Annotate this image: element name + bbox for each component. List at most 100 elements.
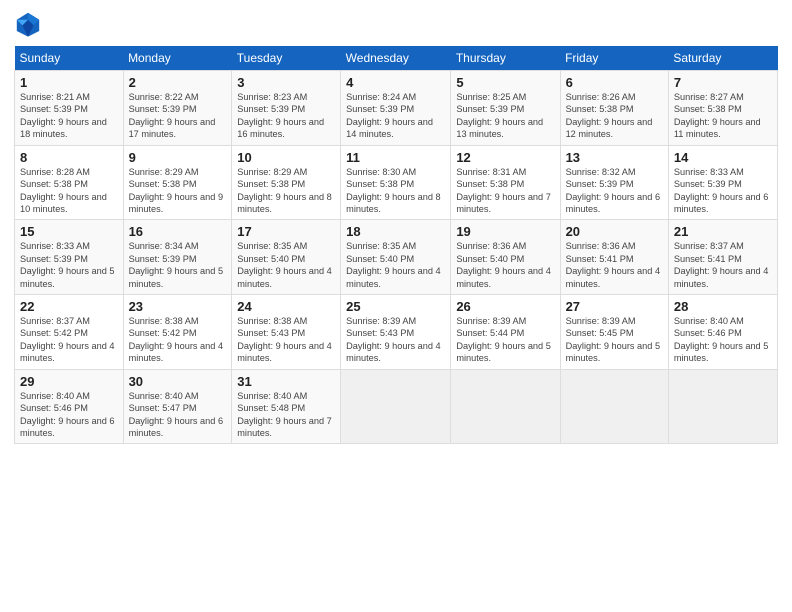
calendar-cell: 17Sunrise: 8:35 AMSunset: 5:40 PMDayligh…: [232, 220, 341, 295]
calendar-cell: 13Sunrise: 8:32 AMSunset: 5:39 PMDayligh…: [560, 145, 668, 220]
day-info: Sunrise: 8:36 AMSunset: 5:40 PMDaylight:…: [456, 240, 554, 290]
day-info: Sunrise: 8:27 AMSunset: 5:38 PMDaylight:…: [674, 91, 772, 141]
page-header: [14, 10, 778, 38]
day-info: Sunrise: 8:39 AMSunset: 5:43 PMDaylight:…: [346, 315, 445, 365]
day-number: 11: [346, 150, 445, 165]
calendar-cell: [451, 369, 560, 444]
day-info: Sunrise: 8:35 AMSunset: 5:40 PMDaylight:…: [237, 240, 335, 290]
day-number: 21: [674, 224, 772, 239]
day-number: 7: [674, 75, 772, 90]
day-info: Sunrise: 8:28 AMSunset: 5:38 PMDaylight:…: [20, 166, 118, 216]
day-number: 24: [237, 299, 335, 314]
day-number: 9: [129, 150, 227, 165]
day-info: Sunrise: 8:40 AMSunset: 5:46 PMDaylight:…: [20, 390, 118, 440]
day-number: 22: [20, 299, 118, 314]
day-number: 14: [674, 150, 772, 165]
calendar-cell: 22Sunrise: 8:37 AMSunset: 5:42 PMDayligh…: [15, 295, 124, 370]
day-number: 1: [20, 75, 118, 90]
day-number: 20: [566, 224, 663, 239]
day-number: 17: [237, 224, 335, 239]
day-number: 8: [20, 150, 118, 165]
day-number: 4: [346, 75, 445, 90]
logo: [14, 10, 46, 38]
week-row-3: 15Sunrise: 8:33 AMSunset: 5:39 PMDayligh…: [15, 220, 778, 295]
week-row-5: 29Sunrise: 8:40 AMSunset: 5:46 PMDayligh…: [15, 369, 778, 444]
calendar-cell: 31Sunrise: 8:40 AMSunset: 5:48 PMDayligh…: [232, 369, 341, 444]
day-number: 13: [566, 150, 663, 165]
day-number: 31: [237, 374, 335, 389]
day-info: Sunrise: 8:29 AMSunset: 5:38 PMDaylight:…: [237, 166, 335, 216]
calendar-cell: 2Sunrise: 8:22 AMSunset: 5:39 PMDaylight…: [123, 71, 232, 146]
calendar-cell: [560, 369, 668, 444]
day-info: Sunrise: 8:39 AMSunset: 5:45 PMDaylight:…: [566, 315, 663, 365]
calendar-cell: 24Sunrise: 8:38 AMSunset: 5:43 PMDayligh…: [232, 295, 341, 370]
calendar-cell: 23Sunrise: 8:38 AMSunset: 5:42 PMDayligh…: [123, 295, 232, 370]
calendar-cell: 21Sunrise: 8:37 AMSunset: 5:41 PMDayligh…: [668, 220, 777, 295]
day-info: Sunrise: 8:33 AMSunset: 5:39 PMDaylight:…: [20, 240, 118, 290]
day-number: 28: [674, 299, 772, 314]
calendar-cell: 29Sunrise: 8:40 AMSunset: 5:46 PMDayligh…: [15, 369, 124, 444]
day-info: Sunrise: 8:38 AMSunset: 5:43 PMDaylight:…: [237, 315, 335, 365]
column-header-thursday: Thursday: [451, 46, 560, 71]
calendar-cell: 12Sunrise: 8:31 AMSunset: 5:38 PMDayligh…: [451, 145, 560, 220]
day-info: Sunrise: 8:34 AMSunset: 5:39 PMDaylight:…: [129, 240, 227, 290]
day-number: 25: [346, 299, 445, 314]
calendar-cell: 19Sunrise: 8:36 AMSunset: 5:40 PMDayligh…: [451, 220, 560, 295]
day-number: 27: [566, 299, 663, 314]
day-number: 16: [129, 224, 227, 239]
week-row-2: 8Sunrise: 8:28 AMSunset: 5:38 PMDaylight…: [15, 145, 778, 220]
day-info: Sunrise: 8:37 AMSunset: 5:41 PMDaylight:…: [674, 240, 772, 290]
calendar-cell: 1Sunrise: 8:21 AMSunset: 5:39 PMDaylight…: [15, 71, 124, 146]
calendar-cell: 16Sunrise: 8:34 AMSunset: 5:39 PMDayligh…: [123, 220, 232, 295]
day-info: Sunrise: 8:24 AMSunset: 5:39 PMDaylight:…: [346, 91, 445, 141]
calendar-cell: 8Sunrise: 8:28 AMSunset: 5:38 PMDaylight…: [15, 145, 124, 220]
day-info: Sunrise: 8:38 AMSunset: 5:42 PMDaylight:…: [129, 315, 227, 365]
column-header-tuesday: Tuesday: [232, 46, 341, 71]
calendar-cell: 15Sunrise: 8:33 AMSunset: 5:39 PMDayligh…: [15, 220, 124, 295]
day-info: Sunrise: 8:32 AMSunset: 5:39 PMDaylight:…: [566, 166, 663, 216]
day-info: Sunrise: 8:25 AMSunset: 5:39 PMDaylight:…: [456, 91, 554, 141]
day-number: 30: [129, 374, 227, 389]
column-header-saturday: Saturday: [668, 46, 777, 71]
column-header-sunday: Sunday: [15, 46, 124, 71]
day-number: 23: [129, 299, 227, 314]
calendar-cell: 4Sunrise: 8:24 AMSunset: 5:39 PMDaylight…: [341, 71, 451, 146]
column-header-wednesday: Wednesday: [341, 46, 451, 71]
day-number: 5: [456, 75, 554, 90]
day-info: Sunrise: 8:21 AMSunset: 5:39 PMDaylight:…: [20, 91, 118, 141]
calendar-table: SundayMondayTuesdayWednesdayThursdayFrid…: [14, 46, 778, 444]
day-info: Sunrise: 8:22 AMSunset: 5:39 PMDaylight:…: [129, 91, 227, 141]
day-number: 18: [346, 224, 445, 239]
logo-icon: [14, 10, 42, 38]
week-row-1: 1Sunrise: 8:21 AMSunset: 5:39 PMDaylight…: [15, 71, 778, 146]
day-number: 12: [456, 150, 554, 165]
calendar-cell: [341, 369, 451, 444]
calendar-cell: 5Sunrise: 8:25 AMSunset: 5:39 PMDaylight…: [451, 71, 560, 146]
day-number: 10: [237, 150, 335, 165]
calendar-cell: 11Sunrise: 8:30 AMSunset: 5:38 PMDayligh…: [341, 145, 451, 220]
calendar-cell: 18Sunrise: 8:35 AMSunset: 5:40 PMDayligh…: [341, 220, 451, 295]
calendar-cell: 7Sunrise: 8:27 AMSunset: 5:38 PMDaylight…: [668, 71, 777, 146]
calendar-cell: 10Sunrise: 8:29 AMSunset: 5:38 PMDayligh…: [232, 145, 341, 220]
calendar-cell: 27Sunrise: 8:39 AMSunset: 5:45 PMDayligh…: [560, 295, 668, 370]
day-info: Sunrise: 8:31 AMSunset: 5:38 PMDaylight:…: [456, 166, 554, 216]
calendar-cell: 30Sunrise: 8:40 AMSunset: 5:47 PMDayligh…: [123, 369, 232, 444]
day-info: Sunrise: 8:36 AMSunset: 5:41 PMDaylight:…: [566, 240, 663, 290]
calendar-cell: 9Sunrise: 8:29 AMSunset: 5:38 PMDaylight…: [123, 145, 232, 220]
day-info: Sunrise: 8:40 AMSunset: 5:46 PMDaylight:…: [674, 315, 772, 365]
day-number: 3: [237, 75, 335, 90]
day-info: Sunrise: 8:26 AMSunset: 5:38 PMDaylight:…: [566, 91, 663, 141]
calendar-cell: 28Sunrise: 8:40 AMSunset: 5:46 PMDayligh…: [668, 295, 777, 370]
day-info: Sunrise: 8:29 AMSunset: 5:38 PMDaylight:…: [129, 166, 227, 216]
day-number: 26: [456, 299, 554, 314]
day-number: 6: [566, 75, 663, 90]
day-info: Sunrise: 8:40 AMSunset: 5:47 PMDaylight:…: [129, 390, 227, 440]
week-row-4: 22Sunrise: 8:37 AMSunset: 5:42 PMDayligh…: [15, 295, 778, 370]
calendar-cell: [668, 369, 777, 444]
day-info: Sunrise: 8:35 AMSunset: 5:40 PMDaylight:…: [346, 240, 445, 290]
day-info: Sunrise: 8:39 AMSunset: 5:44 PMDaylight:…: [456, 315, 554, 365]
calendar-cell: 25Sunrise: 8:39 AMSunset: 5:43 PMDayligh…: [341, 295, 451, 370]
day-number: 15: [20, 224, 118, 239]
calendar-cell: 14Sunrise: 8:33 AMSunset: 5:39 PMDayligh…: [668, 145, 777, 220]
day-info: Sunrise: 8:30 AMSunset: 5:38 PMDaylight:…: [346, 166, 445, 216]
